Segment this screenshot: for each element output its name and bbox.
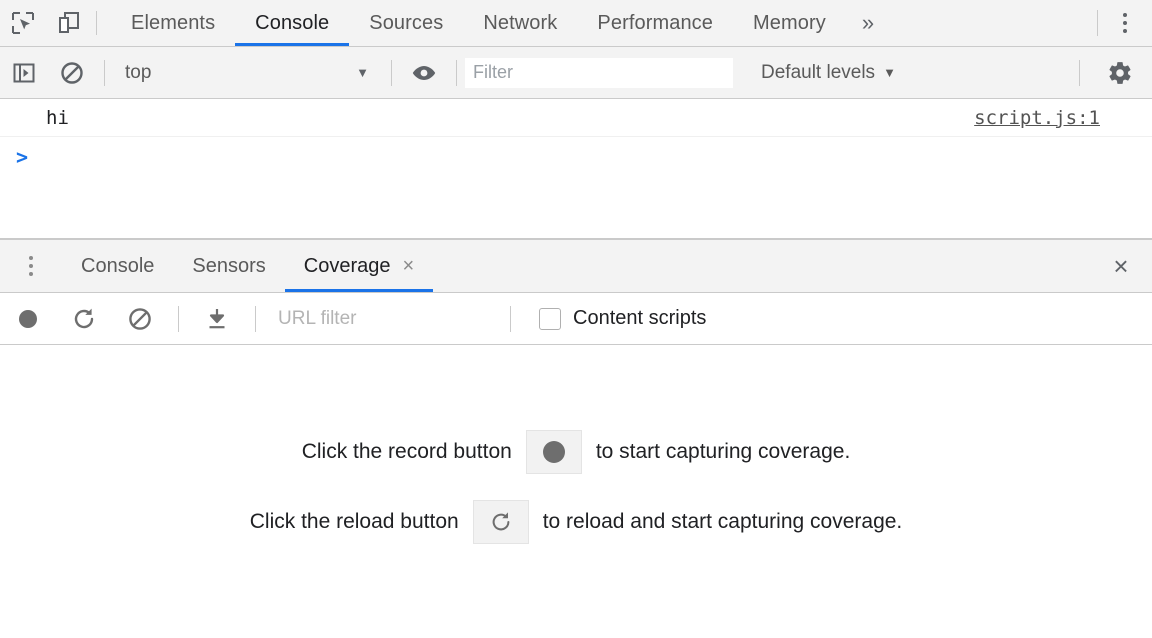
tab-memory[interactable]: Memory	[733, 0, 846, 46]
kebab-dot	[29, 264, 33, 268]
drawer-tab-console-label: Console	[81, 255, 154, 278]
kebab-dot	[29, 256, 33, 260]
drawer-tabbar: Console Sensors Coverage × ×	[0, 238, 1152, 293]
kebab-dot	[1123, 13, 1127, 17]
tab-memory-label: Memory	[753, 12, 826, 35]
tab-sources[interactable]: Sources	[349, 0, 463, 46]
console-toolbar: top ▼ Default levels ▼	[0, 47, 1152, 99]
drawer-tab-sensors-label: Sensors	[192, 255, 265, 278]
console-filter-input[interactable]	[465, 58, 733, 88]
coverage-toolbar-divider	[255, 306, 256, 332]
content-scripts-label: Content scripts	[573, 307, 706, 330]
content-scripts-checkbox[interactable]	[539, 308, 561, 330]
reload-icon[interactable]	[56, 293, 112, 345]
console-sidebar-icon[interactable]	[0, 47, 48, 99]
drawer-kebab-icon[interactable]	[0, 240, 62, 292]
url-filter-input[interactable]	[272, 304, 500, 334]
coverage-hint-reload-suffix: to reload and start capturing coverage.	[543, 510, 903, 534]
console-message-source-link[interactable]: script.js:1	[974, 107, 1100, 129]
content-scripts-toggle[interactable]: Content scripts	[539, 307, 706, 330]
kebab-dot	[29, 272, 33, 276]
console-toolbar-divider	[104, 60, 105, 86]
tab-elements[interactable]: Elements	[111, 0, 235, 46]
tab-performance[interactable]: Performance	[577, 0, 733, 46]
record-icon[interactable]	[0, 293, 56, 345]
log-levels-select[interactable]: Default levels ▼	[747, 47, 910, 99]
device-toolbar-icon[interactable]	[46, 0, 92, 46]
download-export-icon[interactable]	[189, 293, 245, 345]
execution-context-value: top	[125, 62, 151, 84]
main-tab-list: Elements Console Sources Network Perform…	[111, 0, 890, 46]
coverage-hint-record: Click the record button to start capturi…	[302, 430, 851, 474]
live-expression-eye-icon[interactable]	[400, 47, 448, 99]
reload-icon[interactable]	[473, 500, 529, 544]
inspect-element-icon[interactable]	[0, 0, 46, 46]
drawer-tab-coverage-label: Coverage	[304, 255, 391, 278]
prompt-chevron-icon: >	[16, 145, 28, 169]
tab-elements-label: Elements	[131, 12, 215, 35]
close-drawer-icon[interactable]: ×	[1090, 240, 1152, 292]
kebab-dot	[1123, 29, 1127, 33]
toolbar-divider	[96, 11, 97, 35]
clear-console-icon[interactable]	[48, 47, 96, 99]
tab-console-label: Console	[255, 12, 329, 35]
console-message-row[interactable]: hi script.js:1	[0, 99, 1152, 137]
more-tabs-glyph: »	[862, 10, 874, 36]
close-coverage-tab-icon[interactable]: ×	[402, 256, 414, 276]
tab-sources-label: Sources	[369, 12, 443, 35]
coverage-toolbar-divider	[178, 306, 179, 332]
console-toolbar-right	[1071, 47, 1152, 99]
kebab-dot	[1123, 21, 1127, 25]
record-icon[interactable]	[526, 430, 582, 474]
drawer-tab-coverage[interactable]: Coverage ×	[285, 240, 433, 292]
execution-context-select[interactable]: top ▼	[113, 47, 383, 99]
console-prompt[interactable]: >	[0, 137, 1152, 177]
tab-performance-label: Performance	[597, 12, 713, 35]
coverage-toolbar-divider	[510, 306, 511, 332]
more-tabs-icon[interactable]: »	[846, 0, 890, 46]
console-toolbar-divider	[1079, 60, 1080, 86]
console-toolbar-divider	[456, 60, 457, 86]
console-toolbar-divider	[391, 60, 392, 86]
tab-network-label: Network	[483, 12, 557, 35]
coverage-hint-record-prefix: Click the record button	[302, 440, 512, 464]
chevron-down-icon: ▼	[883, 65, 896, 80]
tabbar-right-group	[1097, 0, 1152, 46]
coverage-hint-reload: Click the reload button to reload and st…	[250, 500, 903, 544]
drawer-tab-console[interactable]: Console	[62, 240, 173, 292]
coverage-hint-record-suffix: to start capturing coverage.	[596, 440, 850, 464]
tab-network[interactable]: Network	[463, 0, 577, 46]
coverage-hint-reload-prefix: Click the reload button	[250, 510, 459, 534]
clear-icon[interactable]	[112, 293, 168, 345]
close-drawer-glyph: ×	[1113, 251, 1128, 282]
record-dot	[543, 441, 565, 463]
console-message-text: hi	[46, 107, 69, 129]
coverage-toolbar: Content scripts	[0, 293, 1152, 345]
console-output: hi script.js:1 >	[0, 99, 1152, 238]
chevron-down-icon: ▼	[356, 65, 369, 80]
log-levels-label: Default levels	[761, 62, 875, 84]
gear-icon[interactable]	[1088, 47, 1152, 99]
kebab-menu-icon[interactable]	[1098, 0, 1152, 46]
devtools-main-tabbar: Elements Console Sources Network Perform…	[0, 0, 1152, 47]
drawer-tab-sensors[interactable]: Sensors	[173, 240, 284, 292]
coverage-empty-state: Click the record button to start capturi…	[0, 346, 1152, 638]
tab-console[interactable]: Console	[235, 0, 349, 46]
